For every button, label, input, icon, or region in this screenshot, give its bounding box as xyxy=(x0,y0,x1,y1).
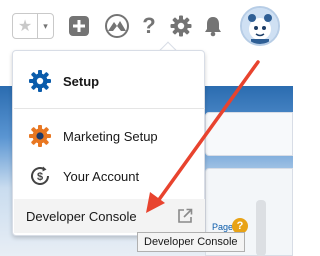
user-avatar[interactable] xyxy=(240,6,280,46)
background-help-glyph: ? xyxy=(236,220,244,232)
menu-item-marketing-setup[interactable]: Marketing Setup xyxy=(14,121,205,151)
favorites-dropdown-icon[interactable]: ▾ xyxy=(38,14,53,38)
global-header: ★ ▾ ? xyxy=(0,0,293,52)
menu-divider xyxy=(14,108,205,109)
menu-item-developer-console[interactable]: Developer Console xyxy=(14,199,205,233)
global-actions-icon[interactable] xyxy=(66,13,92,39)
help-icon[interactable]: ? xyxy=(136,13,162,39)
menu-item-your-account[interactable]: $ Your Account xyxy=(14,161,205,191)
background-scrollbar[interactable] xyxy=(256,200,266,256)
marketing-gear-icon xyxy=(28,124,52,148)
gear-icon xyxy=(28,69,52,93)
setup-gear-icon[interactable] xyxy=(168,13,194,39)
developer-console-tooltip: Developer Console xyxy=(137,232,245,252)
menu-item-label: Your Account xyxy=(63,168,140,184)
notifications-bell-icon[interactable] xyxy=(200,13,226,39)
external-link-icon xyxy=(177,208,193,229)
dollar-circle-icon: $ xyxy=(28,164,52,188)
favorites-star-glyph: ★ xyxy=(17,18,33,35)
svg-text:$: $ xyxy=(37,171,43,183)
menu-item-setup[interactable]: Setup xyxy=(14,65,205,97)
background-card xyxy=(205,112,293,156)
favorites-star-icon[interactable]: ★ xyxy=(13,14,38,38)
favorites-control: ★ ▾ xyxy=(12,13,54,39)
menu-item-label: Setup xyxy=(63,73,100,89)
setup-menu: Setup Marketing Setup $ Your Account Dev… xyxy=(12,50,205,236)
favorites-dropdown-glyph: ▾ xyxy=(43,20,48,31)
help-glyph: ? xyxy=(142,13,156,38)
menu-item-label: Developer Console xyxy=(26,208,137,224)
trailhead-icon[interactable] xyxy=(104,13,130,39)
background-page-link[interactable]: Page xyxy=(212,222,233,232)
menu-item-label: Marketing Setup xyxy=(63,128,158,144)
